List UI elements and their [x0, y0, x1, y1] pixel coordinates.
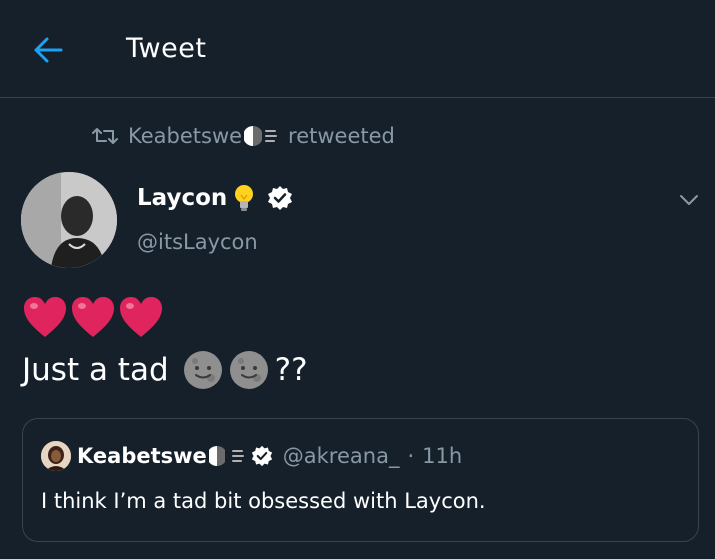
quoted-tweet[interactable]: Keabetswe @akreana_ · 11h I think I’m a … — [22, 418, 699, 542]
dash-emoji-icon — [231, 450, 244, 462]
retweet-indicator[interactable]: Keabetswe retweeted — [92, 122, 395, 150]
more-options-button[interactable] — [674, 185, 704, 215]
retweeter-name: Keabetswe — [128, 124, 243, 148]
retweet-label: retweeted — [288, 124, 395, 148]
tweet-text-suffix: ?? — [274, 352, 308, 388]
back-button[interactable] — [28, 30, 68, 70]
quoted-tweet-time: 11h — [422, 444, 463, 468]
heart-icon — [120, 297, 162, 337]
heart-icon — [24, 297, 66, 337]
quoted-author-avatar — [41, 441, 71, 471]
verified-badge-icon — [268, 186, 293, 210]
heart-icon — [72, 297, 114, 337]
moon-face-emoji-icon — [229, 351, 268, 389]
author-avatar[interactable] — [21, 172, 117, 268]
verified-badge-icon — [251, 445, 272, 467]
quoted-author-name: Keabetswe — [77, 444, 207, 468]
moon-emoji-icon — [208, 446, 225, 466]
lightbulb-emoji-icon — [235, 185, 254, 211]
avatar-photo — [21, 172, 117, 268]
top-bar: Tweet — [0, 0, 715, 98]
moon-face-emoji-icon — [183, 351, 222, 389]
retweet-icon — [92, 128, 118, 144]
quoted-tweet-header: Keabetswe @akreana_ · 11h — [41, 441, 462, 471]
separator-dot: · — [407, 444, 415, 468]
arrow-left-icon — [34, 37, 63, 63]
author-handle[interactable]: @itsLaycon — [137, 230, 258, 254]
moon-emoji-icon — [244, 126, 263, 146]
dash-emoji-icon — [265, 130, 278, 142]
author-name-row[interactable]: Laycon — [137, 180, 293, 216]
page-title: Tweet — [126, 33, 207, 64]
heart-emojis — [22, 295, 164, 341]
avatar-photo — [41, 441, 71, 471]
tweet-text-main: Just a tad — [22, 352, 169, 388]
chevron-down-icon — [680, 195, 698, 205]
tweet-text: Just a tad ?? — [22, 347, 308, 393]
quoted-author-handle: @akreana_ — [282, 444, 400, 468]
quoted-tweet-text: I think I’m a tad bit obsessed with Layc… — [41, 489, 486, 513]
author-display-name: Laycon — [137, 185, 228, 211]
